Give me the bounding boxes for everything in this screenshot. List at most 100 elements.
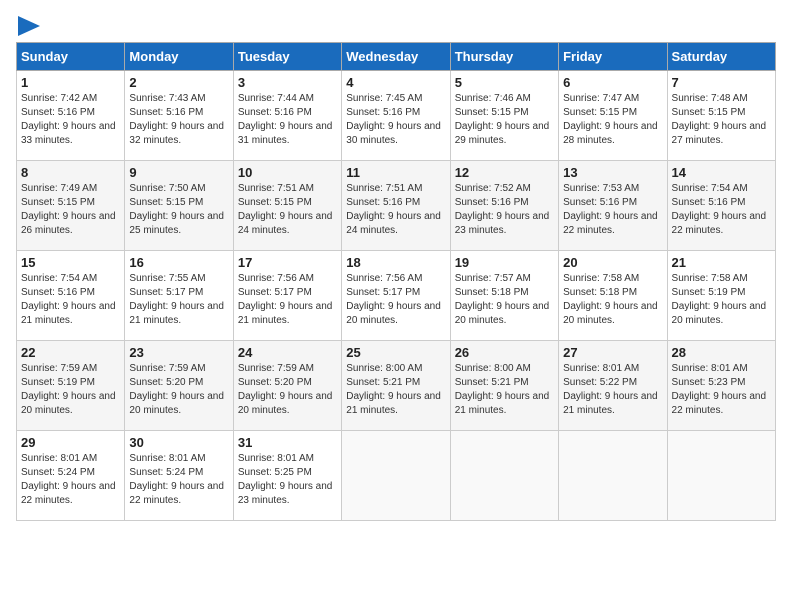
- day-info: Sunrise: 7:53 AMSunset: 5:16 PMDaylight:…: [563, 183, 658, 236]
- day-number: 13: [563, 165, 662, 180]
- calendar-cell: 16 Sunrise: 7:55 AMSunset: 5:17 PMDaylig…: [125, 251, 233, 341]
- calendar-cell: 17 Sunrise: 7:56 AMSunset: 5:17 PMDaylig…: [233, 251, 341, 341]
- day-info: Sunrise: 8:01 AMSunset: 5:25 PMDaylight:…: [238, 453, 333, 506]
- day-number: 31: [238, 435, 337, 450]
- calendar-cell: 19 Sunrise: 7:57 AMSunset: 5:18 PMDaylig…: [450, 251, 558, 341]
- day-info: Sunrise: 7:48 AMSunset: 5:15 PMDaylight:…: [672, 93, 767, 146]
- calendar-cell: 12 Sunrise: 7:52 AMSunset: 5:16 PMDaylig…: [450, 161, 558, 251]
- day-number: 11: [346, 165, 445, 180]
- day-info: Sunrise: 7:45 AMSunset: 5:16 PMDaylight:…: [346, 93, 441, 146]
- day-number: 30: [129, 435, 228, 450]
- day-number: 5: [455, 75, 554, 90]
- calendar-cell: 28 Sunrise: 8:01 AMSunset: 5:23 PMDaylig…: [667, 341, 775, 431]
- day-info: Sunrise: 8:01 AMSunset: 5:24 PMDaylight:…: [21, 453, 116, 506]
- calendar-cell: [450, 431, 558, 521]
- col-header-tuesday: Tuesday: [233, 43, 341, 71]
- calendar-header-row: SundayMondayTuesdayWednesdayThursdayFrid…: [17, 43, 776, 71]
- calendar-cell: 1 Sunrise: 7:42 AMSunset: 5:16 PMDayligh…: [17, 71, 125, 161]
- day-number: 3: [238, 75, 337, 90]
- calendar-cell: 7 Sunrise: 7:48 AMSunset: 5:15 PMDayligh…: [667, 71, 775, 161]
- calendar-cell: 8 Sunrise: 7:49 AMSunset: 5:15 PMDayligh…: [17, 161, 125, 251]
- day-number: 4: [346, 75, 445, 90]
- day-number: 17: [238, 255, 337, 270]
- calendar-cell: 6 Sunrise: 7:47 AMSunset: 5:15 PMDayligh…: [559, 71, 667, 161]
- calendar-cell: 21 Sunrise: 7:58 AMSunset: 5:19 PMDaylig…: [667, 251, 775, 341]
- calendar-cell: [559, 431, 667, 521]
- day-number: 19: [455, 255, 554, 270]
- calendar-cell: 23 Sunrise: 7:59 AMSunset: 5:20 PMDaylig…: [125, 341, 233, 431]
- calendar-week-0: 1 Sunrise: 7:42 AMSunset: 5:16 PMDayligh…: [17, 71, 776, 161]
- col-header-saturday: Saturday: [667, 43, 775, 71]
- day-number: 28: [672, 345, 771, 360]
- calendar-cell: 9 Sunrise: 7:50 AMSunset: 5:15 PMDayligh…: [125, 161, 233, 251]
- col-header-monday: Monday: [125, 43, 233, 71]
- day-info: Sunrise: 8:01 AMSunset: 5:22 PMDaylight:…: [563, 363, 658, 416]
- calendar-cell: 13 Sunrise: 7:53 AMSunset: 5:16 PMDaylig…: [559, 161, 667, 251]
- calendar-cell: 31 Sunrise: 8:01 AMSunset: 5:25 PMDaylig…: [233, 431, 341, 521]
- day-number: 20: [563, 255, 662, 270]
- day-info: Sunrise: 7:58 AMSunset: 5:19 PMDaylight:…: [672, 273, 767, 326]
- day-number: 24: [238, 345, 337, 360]
- day-info: Sunrise: 7:46 AMSunset: 5:15 PMDaylight:…: [455, 93, 550, 146]
- calendar-cell: 22 Sunrise: 7:59 AMSunset: 5:19 PMDaylig…: [17, 341, 125, 431]
- day-info: Sunrise: 7:54 AMSunset: 5:16 PMDaylight:…: [672, 183, 767, 236]
- calendar-cell: [667, 431, 775, 521]
- day-number: 9: [129, 165, 228, 180]
- calendar-week-4: 29 Sunrise: 8:01 AMSunset: 5:24 PMDaylig…: [17, 431, 776, 521]
- day-info: Sunrise: 7:55 AMSunset: 5:17 PMDaylight:…: [129, 273, 224, 326]
- day-number: 6: [563, 75, 662, 90]
- day-number: 29: [21, 435, 120, 450]
- col-header-thursday: Thursday: [450, 43, 558, 71]
- col-header-sunday: Sunday: [17, 43, 125, 71]
- day-info: Sunrise: 7:56 AMSunset: 5:17 PMDaylight:…: [346, 273, 441, 326]
- day-info: Sunrise: 7:52 AMSunset: 5:16 PMDaylight:…: [455, 183, 550, 236]
- calendar-cell: 30 Sunrise: 8:01 AMSunset: 5:24 PMDaylig…: [125, 431, 233, 521]
- calendar-cell: 4 Sunrise: 7:45 AMSunset: 5:16 PMDayligh…: [342, 71, 450, 161]
- day-info: Sunrise: 8:00 AMSunset: 5:21 PMDaylight:…: [455, 363, 550, 416]
- calendar-week-1: 8 Sunrise: 7:49 AMSunset: 5:15 PMDayligh…: [17, 161, 776, 251]
- calendar-table: SundayMondayTuesdayWednesdayThursdayFrid…: [16, 42, 776, 521]
- calendar-cell: 15 Sunrise: 7:54 AMSunset: 5:16 PMDaylig…: [17, 251, 125, 341]
- day-number: 14: [672, 165, 771, 180]
- day-number: 18: [346, 255, 445, 270]
- day-number: 16: [129, 255, 228, 270]
- day-info: Sunrise: 7:43 AMSunset: 5:16 PMDaylight:…: [129, 93, 224, 146]
- calendar-cell: 29 Sunrise: 8:01 AMSunset: 5:24 PMDaylig…: [17, 431, 125, 521]
- day-number: 7: [672, 75, 771, 90]
- calendar-cell: 18 Sunrise: 7:56 AMSunset: 5:17 PMDaylig…: [342, 251, 450, 341]
- page-header: [16, 16, 776, 34]
- day-number: 2: [129, 75, 228, 90]
- logo-icon: [18, 16, 40, 36]
- day-info: Sunrise: 7:51 AMSunset: 5:16 PMDaylight:…: [346, 183, 441, 236]
- day-info: Sunrise: 7:42 AMSunset: 5:16 PMDaylight:…: [21, 93, 116, 146]
- day-number: 8: [21, 165, 120, 180]
- col-header-wednesday: Wednesday: [342, 43, 450, 71]
- day-number: 23: [129, 345, 228, 360]
- day-info: Sunrise: 7:58 AMSunset: 5:18 PMDaylight:…: [563, 273, 658, 326]
- day-info: Sunrise: 7:56 AMSunset: 5:17 PMDaylight:…: [238, 273, 333, 326]
- calendar-cell: 27 Sunrise: 8:01 AMSunset: 5:22 PMDaylig…: [559, 341, 667, 431]
- calendar-cell: 11 Sunrise: 7:51 AMSunset: 5:16 PMDaylig…: [342, 161, 450, 251]
- day-number: 15: [21, 255, 120, 270]
- calendar-cell: 20 Sunrise: 7:58 AMSunset: 5:18 PMDaylig…: [559, 251, 667, 341]
- calendar-cell: 3 Sunrise: 7:44 AMSunset: 5:16 PMDayligh…: [233, 71, 341, 161]
- day-number: 22: [21, 345, 120, 360]
- day-info: Sunrise: 7:49 AMSunset: 5:15 PMDaylight:…: [21, 183, 116, 236]
- day-info: Sunrise: 7:51 AMSunset: 5:15 PMDaylight:…: [238, 183, 333, 236]
- day-info: Sunrise: 8:00 AMSunset: 5:21 PMDaylight:…: [346, 363, 441, 416]
- day-info: Sunrise: 7:57 AMSunset: 5:18 PMDaylight:…: [455, 273, 550, 326]
- col-header-friday: Friday: [559, 43, 667, 71]
- day-number: 27: [563, 345, 662, 360]
- calendar-cell: 5 Sunrise: 7:46 AMSunset: 5:15 PMDayligh…: [450, 71, 558, 161]
- day-number: 10: [238, 165, 337, 180]
- day-info: Sunrise: 7:59 AMSunset: 5:19 PMDaylight:…: [21, 363, 116, 416]
- calendar-cell: 24 Sunrise: 7:59 AMSunset: 5:20 PMDaylig…: [233, 341, 341, 431]
- day-info: Sunrise: 7:59 AMSunset: 5:20 PMDaylight:…: [129, 363, 224, 416]
- day-number: 12: [455, 165, 554, 180]
- calendar-cell: 25 Sunrise: 8:00 AMSunset: 5:21 PMDaylig…: [342, 341, 450, 431]
- calendar-cell: 14 Sunrise: 7:54 AMSunset: 5:16 PMDaylig…: [667, 161, 775, 251]
- day-number: 25: [346, 345, 445, 360]
- day-number: 21: [672, 255, 771, 270]
- calendar-week-2: 15 Sunrise: 7:54 AMSunset: 5:16 PMDaylig…: [17, 251, 776, 341]
- calendar-cell: 2 Sunrise: 7:43 AMSunset: 5:16 PMDayligh…: [125, 71, 233, 161]
